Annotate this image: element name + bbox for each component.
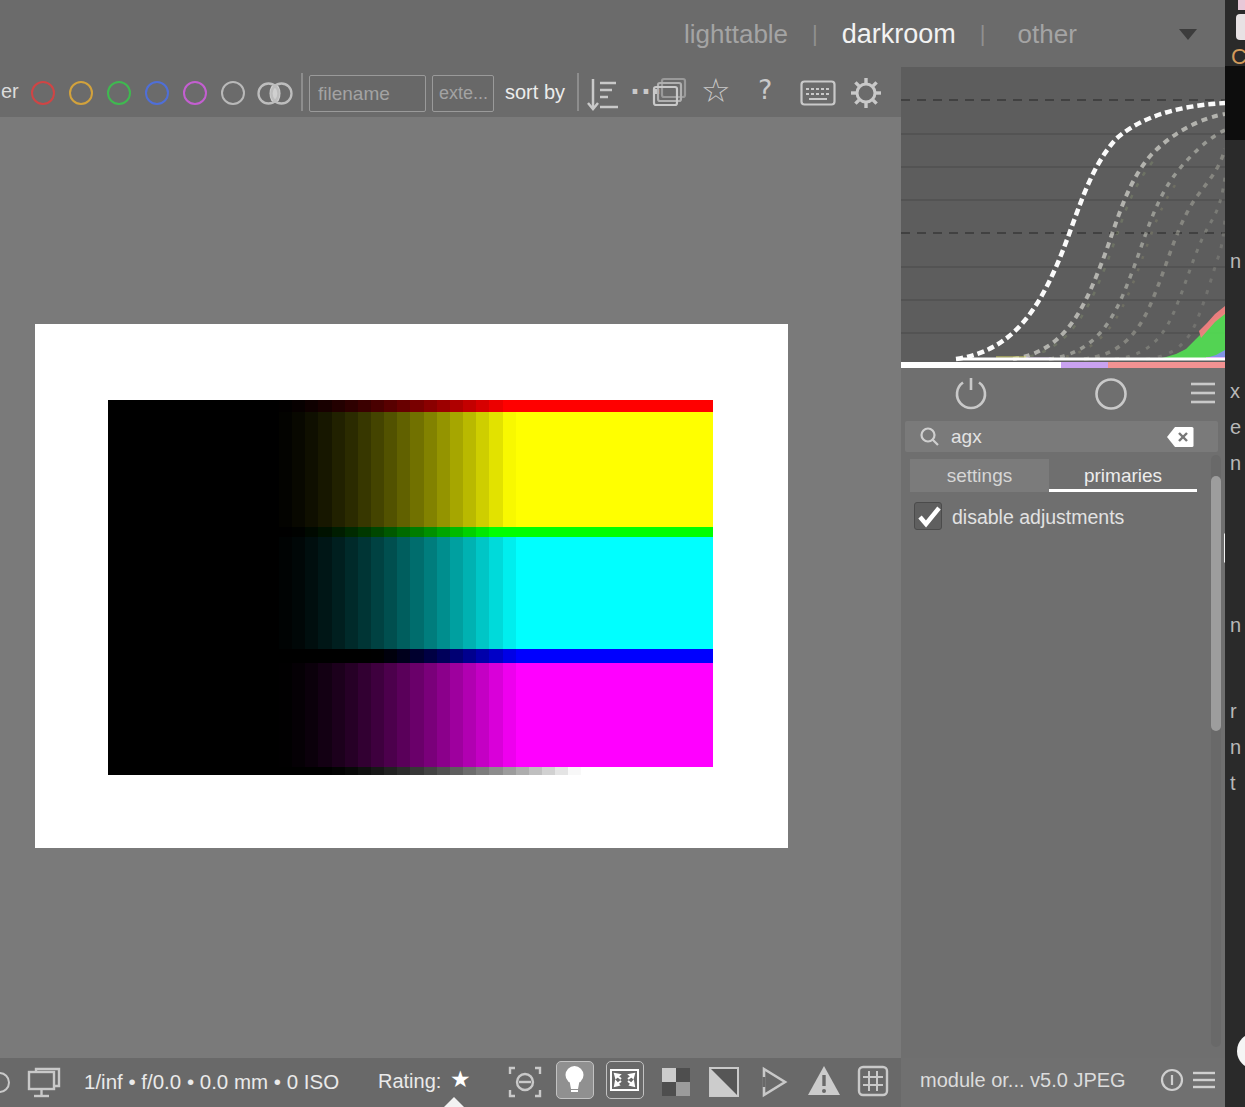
- screen-edge-strip: [1225, 0, 1245, 1107]
- circle-indicator-icon[interactable]: [1092, 375, 1130, 413]
- power-icon[interactable]: [952, 375, 990, 413]
- edge-text-fragment: n: [1230, 250, 1241, 273]
- extension-filter-input[interactable]: [432, 75, 494, 112]
- exif-info: 1/inf • f/0.0 • 0.0 mm • 0 ISO: [84, 1070, 339, 1094]
- tab-primaries[interactable]: primaries: [1049, 459, 1197, 492]
- module-order-label[interactable]: module or... v5.0 JPEG: [920, 1069, 1126, 1092]
- clear-search-icon[interactable]: [1166, 425, 1194, 449]
- edge-text-fragment: n: [1230, 614, 1241, 637]
- chart-row: [108, 767, 713, 775]
- grouping-icon[interactable]: [652, 76, 688, 110]
- color-filter-gray[interactable]: [221, 81, 245, 105]
- chart-row: [108, 649, 713, 663]
- help-icon[interactable]: ?: [758, 74, 772, 105]
- chevron-down-icon[interactable]: [1179, 29, 1197, 40]
- display-profile-bulb-button[interactable]: [556, 1061, 594, 1099]
- color-filter-red[interactable]: [31, 81, 55, 105]
- guides-overlay-icon[interactable]: [856, 1064, 890, 1098]
- chart-row: [108, 412, 713, 527]
- nav-separator: |: [980, 21, 986, 47]
- color-filter-purple[interactable]: [183, 81, 207, 105]
- edge-fragment: [1238, 0, 1245, 10]
- edge-text-fragment: n: [1230, 452, 1241, 475]
- tab-primaries-label: primaries: [1084, 465, 1162, 487]
- clipping-indicator-icon[interactable]: [506, 1064, 544, 1100]
- presets-menu-icon[interactable]: [1190, 379, 1216, 409]
- color-filter-green[interactable]: [107, 81, 131, 105]
- color-filter-yellow[interactable]: [69, 81, 93, 105]
- tab-settings-label: settings: [947, 465, 1012, 487]
- edge-fragment: C: [1231, 44, 1245, 70]
- tab-settings[interactable]: settings: [910, 459, 1049, 492]
- color-label-filters: [31, 81, 245, 105]
- edge-text-fragment: x: [1230, 380, 1240, 403]
- edge-text-fragment: e: [1230, 416, 1241, 439]
- edge-fragment: [1236, 14, 1245, 40]
- overexposed-warning-icon[interactable]: [806, 1064, 842, 1098]
- raw-overexposed-icon[interactable]: [757, 1064, 791, 1100]
- edge-text-fragment: t: [1230, 772, 1236, 795]
- edge-text-fragment: n: [1230, 736, 1241, 759]
- softproof-icon[interactable]: [708, 1066, 740, 1098]
- sort-by-label: sort by: [505, 81, 565, 104]
- nav-lighttable[interactable]: lighttable: [684, 19, 788, 50]
- chart-row: [108, 663, 713, 767]
- disable-adjustments-checkbox[interactable]: [914, 502, 942, 530]
- rating-star-icon[interactable]: ★: [450, 1066, 471, 1092]
- active-tab-underline: [1049, 489, 1197, 492]
- menu-icon[interactable]: [1192, 1070, 1216, 1090]
- filter-label-fragment: er: [1, 80, 19, 103]
- search-icon: [919, 426, 941, 448]
- search-input[interactable]: [951, 426, 1166, 448]
- toolbar-separator: [301, 73, 303, 111]
- panel-scrollbar-thumb[interactable]: [1211, 476, 1221, 731]
- histogram-scope[interactable]: [901, 67, 1225, 368]
- info-icon[interactable]: [1160, 1068, 1184, 1092]
- rating-label: Rating:: [378, 1070, 441, 1093]
- checkmark-icon: [915, 503, 944, 530]
- iso12646-preview-button[interactable]: [606, 1061, 644, 1099]
- disable-adjustments-label: disable adjustments: [952, 506, 1124, 529]
- nav-separator: |: [812, 21, 818, 47]
- color-ramp-test-image: [108, 400, 713, 775]
- nav-darkroom[interactable]: darkroom: [842, 19, 956, 50]
- filmstrip-expand-arrow[interactable]: [444, 1097, 464, 1107]
- keyboard-shortcuts-icon[interactable]: [800, 80, 836, 106]
- screen-edge-black: [1225, 66, 1245, 140]
- sort-order-icon[interactable]: [586, 76, 620, 112]
- nav-other[interactable]: other: [1018, 19, 1077, 50]
- gamut-check-icon[interactable]: [660, 1066, 692, 1098]
- chart-row: [108, 537, 713, 649]
- second-window-icon[interactable]: [26, 1066, 62, 1100]
- color-overlay-icon[interactable]: [254, 82, 296, 105]
- star-filter-icon[interactable]: ☆: [701, 71, 731, 110]
- chart-row: [108, 527, 713, 537]
- filename-filter-input[interactable]: [309, 75, 426, 112]
- chart-row: [108, 400, 713, 412]
- color-filter-blue[interactable]: [145, 81, 169, 105]
- preferences-gear-icon[interactable]: [849, 76, 883, 110]
- iso12646-icon: [607, 1062, 642, 1097]
- toolbar-separator: [577, 73, 579, 111]
- bulb-icon: [557, 1062, 592, 1097]
- module-search-box[interactable]: [905, 421, 1218, 452]
- view-switcher: lighttable | darkroom | other: [684, 0, 1197, 68]
- edge-text-fragment: r: [1230, 700, 1237, 723]
